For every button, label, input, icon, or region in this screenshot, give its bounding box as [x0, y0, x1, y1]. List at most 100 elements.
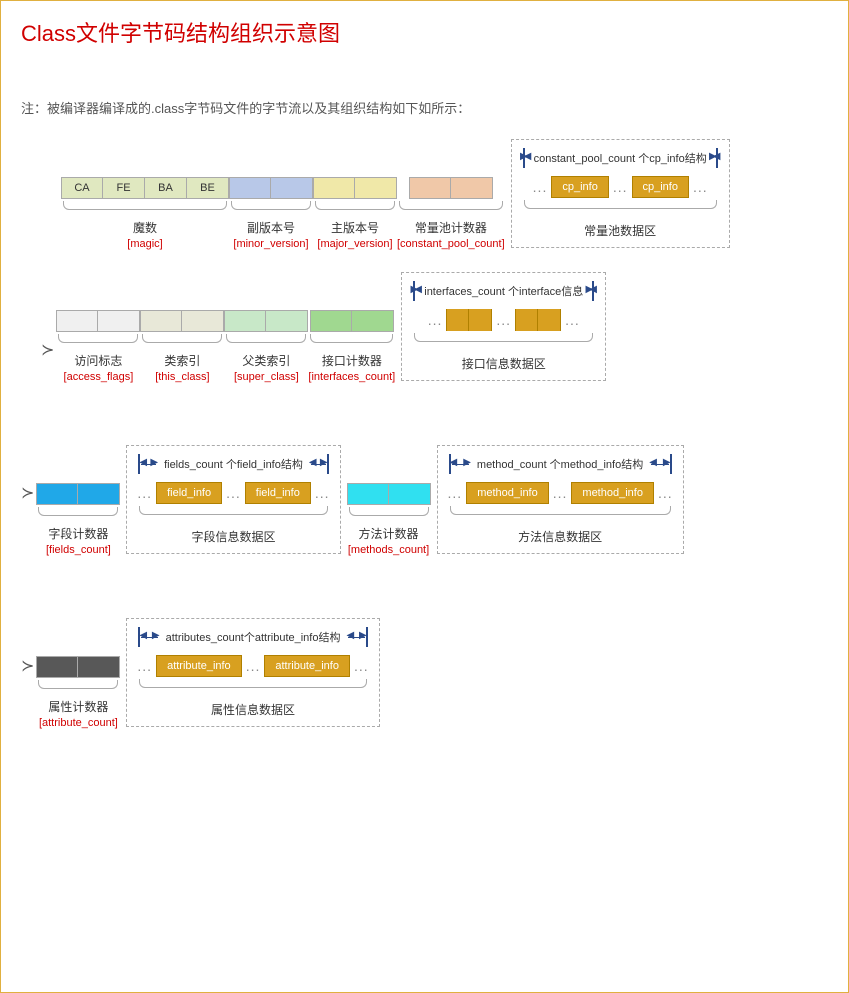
method-info-item: method_info	[571, 482, 654, 504]
label-en: [access_flags]	[64, 371, 134, 383]
fcount-byte	[78, 483, 120, 505]
ellipsis-icon: ...	[553, 485, 568, 501]
minor-byte	[271, 177, 313, 199]
bar-label: fields_count 个field_info结构	[164, 456, 303, 472]
range-arrow: interfaces_count 个interface信息	[412, 281, 595, 301]
major-byte	[313, 177, 355, 199]
label-en: [minor_version]	[233, 238, 308, 250]
attribute-info-item: attribute_info	[156, 655, 242, 677]
magic-byte: FE	[103, 177, 145, 199]
cpcount-byte	[451, 177, 493, 199]
ellipsis-icon: ...	[565, 312, 580, 328]
range-arrow: method_count 个method_info结构	[448, 454, 673, 474]
ellipsis-icon: ...	[533, 179, 548, 195]
bar-label: method_count 个method_info结构	[477, 456, 643, 472]
block-attributes-count: 属性计数器 [attribute_count]	[36, 656, 120, 729]
access-byte	[56, 310, 98, 332]
diagram-note: 注：被编译器编译成的.class字节码文件的字节流以及其组织结构如下如所示：	[21, 98, 828, 117]
block-minor-version: 副版本号 [minor_version]	[229, 177, 313, 250]
ellipsis-icon: ...	[246, 658, 261, 674]
area-label: 常量池数据区	[584, 222, 656, 239]
ellipsis-icon: ...	[448, 485, 463, 501]
ellipsis-icon: ...	[613, 179, 628, 195]
range-arrow: fields_count 个field_info结构	[137, 454, 329, 474]
block-magic: CA FE BA BE 魔数 [magic]	[61, 177, 229, 250]
row-1: CA FE BA BE 魔数 [magic] 副版本号 [minor_versi…	[61, 177, 828, 250]
row-3: ≻ 字段计数器 [fields_count] fields_count 个fie…	[21, 453, 828, 556]
label-cn: 父类索引	[242, 352, 290, 369]
diagram-page: Class文件字节码结构组织示意图 注：被编译器编译成的.class字节码文件的…	[0, 0, 849, 993]
row-2: ≻ 访问标志 [access_flags] 类索引 [this_class]	[41, 310, 828, 383]
label-cn: 主版本号	[331, 219, 379, 236]
cpcount-byte	[409, 177, 451, 199]
block-methods-count: 方法计数器 [methods_count]	[347, 483, 431, 556]
methods-area: method_count 个method_info结构 ... method_i…	[437, 445, 684, 554]
bar-label: attributes_count个attribute_info结构	[166, 629, 341, 645]
cp-info-item: cp_info	[632, 176, 689, 198]
fcount-byte	[36, 483, 78, 505]
label-en: [super_class]	[234, 371, 299, 383]
super-byte	[266, 310, 308, 332]
ellipsis-icon: ...	[428, 312, 443, 328]
label-en: [interfaces_count]	[308, 371, 395, 383]
bar-label: interfaces_count 个interface信息	[424, 283, 583, 299]
label-cn: 属性计数器	[48, 698, 108, 715]
continuation-arrow-icon: ≻	[21, 483, 34, 505]
bar-label: constant_pool_count 个cp_info结构	[534, 150, 707, 166]
area-label: 字段信息数据区	[191, 528, 275, 545]
range-arrow: constant_pool_count 个cp_info结构	[522, 148, 719, 168]
field-info-item: field_info	[245, 482, 311, 504]
block-access-flags: 访问标志 [access_flags]	[56, 310, 140, 383]
block-major-version: 主版本号 [major_version]	[313, 177, 397, 250]
label-cn: 方法计数器	[359, 525, 419, 542]
continuation-arrow-icon: ≻	[41, 340, 54, 362]
block-super-class: 父类索引 [super_class]	[224, 310, 308, 383]
attributes-area: attributes_count个attribute_info结构 ... at…	[126, 618, 379, 727]
area-label: 方法信息数据区	[518, 528, 602, 545]
ellipsis-icon: ...	[658, 485, 673, 501]
method-info-item: method_info	[466, 482, 549, 504]
block-cp-count: 常量池计数器 [constant_pool_count]	[397, 177, 505, 250]
this-byte	[182, 310, 224, 332]
acount-byte	[36, 656, 78, 678]
this-byte	[140, 310, 182, 332]
label-cn: 副版本号	[247, 219, 295, 236]
mcount-byte	[389, 483, 431, 505]
interface-item	[515, 309, 561, 331]
field-info-item: field_info	[156, 482, 222, 504]
fields-area: fields_count 个field_info结构 ... field_inf…	[126, 445, 340, 554]
label-cn: 类索引	[164, 352, 200, 369]
cp-info-item: cp_info	[551, 176, 608, 198]
continuation-arrow-icon: ≻	[21, 656, 34, 678]
interfaces-area: interfaces_count 个interface信息 ... ... ..…	[401, 272, 606, 381]
magic-byte: CA	[61, 177, 103, 199]
ellipsis-icon: ...	[693, 179, 708, 195]
label-cn: 魔数	[133, 219, 157, 236]
ellipsis-icon: ...	[354, 658, 369, 674]
super-byte	[224, 310, 266, 332]
range-arrow: attributes_count个attribute_info结构	[137, 627, 368, 647]
label-en: [methods_count]	[348, 544, 429, 556]
label-en: [magic]	[127, 238, 162, 250]
label-en: [major_version]	[317, 238, 392, 250]
access-byte	[98, 310, 140, 332]
diagram-title: Class文件字节码结构组织示意图	[21, 16, 828, 48]
area-label: 属性信息数据区	[211, 701, 295, 718]
minor-byte	[229, 177, 271, 199]
label-en: [constant_pool_count]	[397, 238, 505, 250]
ellipsis-icon: ...	[137, 485, 152, 501]
ellipsis-icon: ...	[137, 658, 152, 674]
interface-item	[446, 309, 492, 331]
magic-byte: BA	[145, 177, 187, 199]
ellipsis-icon: ...	[315, 485, 330, 501]
ellipsis-icon: ...	[226, 485, 241, 501]
label-cn: 接口计数器	[322, 352, 382, 369]
label-cn: 常量池计数器	[415, 219, 487, 236]
label-en: [attribute_count]	[39, 717, 118, 729]
major-byte	[355, 177, 397, 199]
row-4: ≻ 属性计数器 [attribute_count] attributes_cou…	[21, 626, 828, 729]
label-en: [this_class]	[155, 371, 209, 383]
label-cn: 字段计数器	[48, 525, 108, 542]
area-label: 接口信息数据区	[462, 355, 546, 372]
label-cn: 访问标志	[74, 352, 122, 369]
